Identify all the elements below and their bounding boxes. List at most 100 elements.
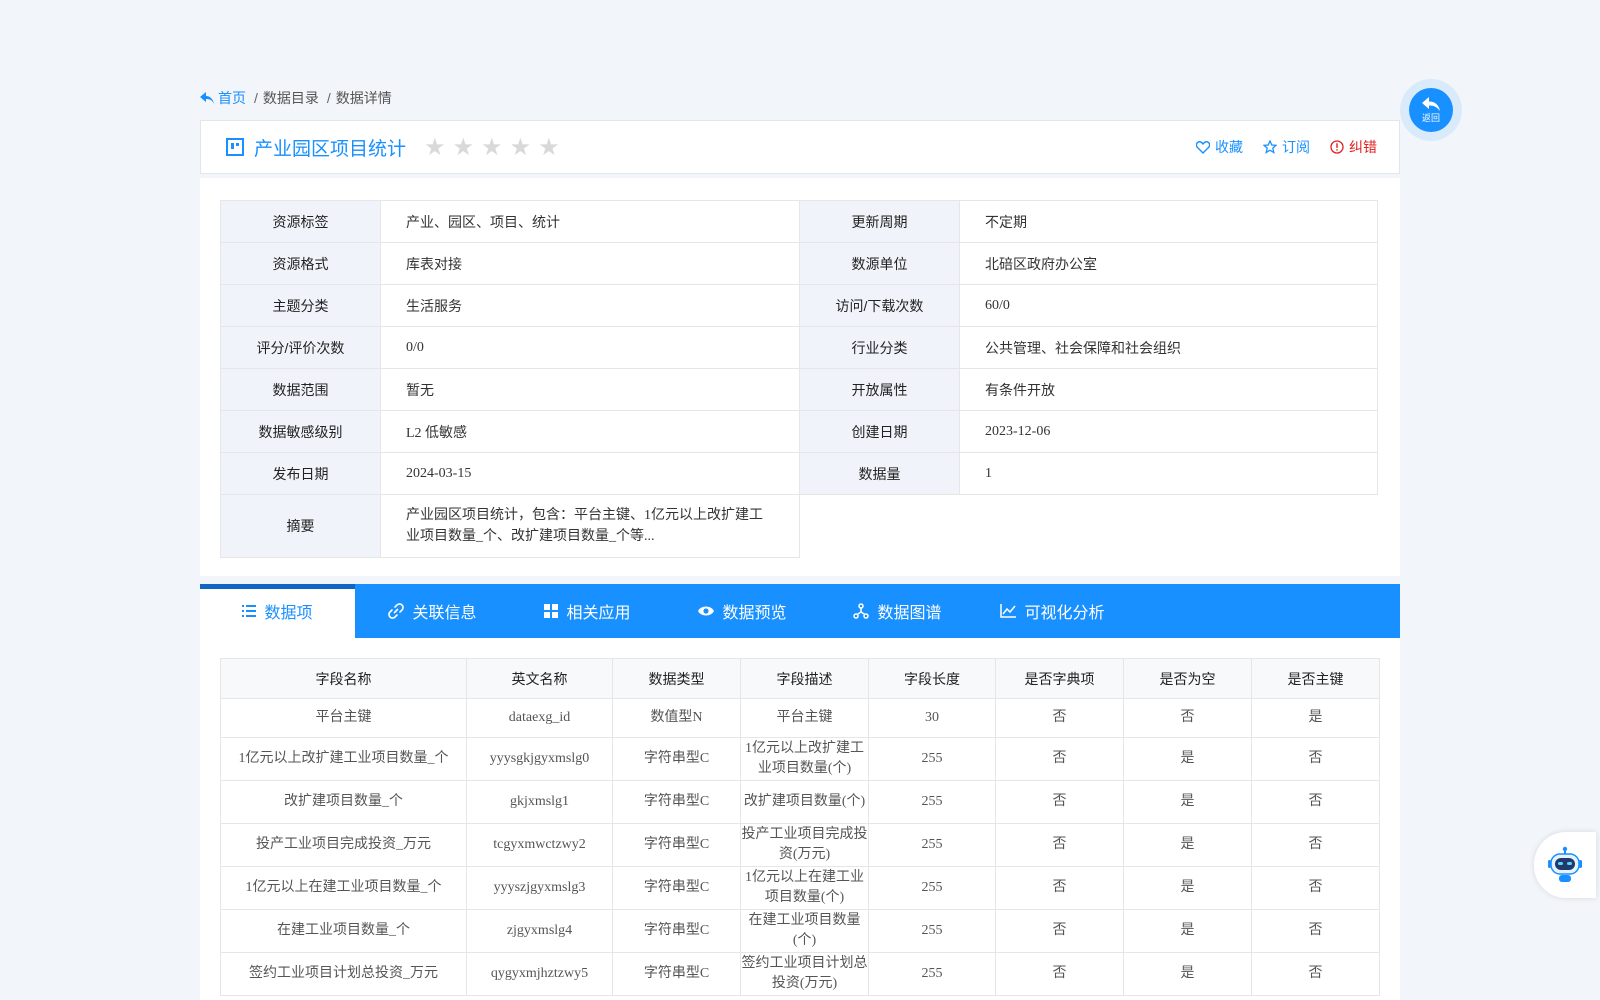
table-cell: 否 — [1251, 823, 1380, 867]
breadcrumb-home[interactable]: 首页 — [200, 88, 246, 108]
info-value-summary: 产业园区项目统计，包含：平台主键、1亿元以上改扩建工业项目数量_个、改扩建项目数… — [380, 494, 800, 558]
table-cell: yyysgkjgyxmslg0 — [466, 737, 613, 781]
info-label: 资源格式 — [220, 242, 381, 285]
back-button-label: 返回 — [1421, 112, 1440, 123]
table-cell: 1亿元以上改扩建工业项目数量_个 — [220, 737, 467, 781]
tab-label: 可视化分析 — [1024, 605, 1105, 622]
graph-icon — [853, 603, 870, 619]
info-label: 数据敏感级别 — [220, 410, 381, 453]
info-value-volume: 1 — [959, 452, 1378, 495]
column-header: 是否为空 — [1123, 658, 1252, 699]
tab-related-apps[interactable]: 相关应用 — [510, 584, 665, 638]
link-icon — [388, 603, 405, 619]
info-label: 资源标签 — [220, 200, 381, 243]
table-header-row: 字段名称 英文名称 数据类型 字段描述 字段长度 是否字典项 是否为空 是否主键 — [220, 658, 1380, 699]
info-label: 数据范围 — [220, 368, 381, 411]
tab-data-graph[interactable]: 数据图谱 — [820, 584, 975, 638]
table-cell: gkjxmslg1 — [466, 780, 613, 824]
table-row: 改扩建项目数量_个 gkjxmslg1 字符串型C 改扩建项目数量(个) 255… — [220, 780, 1380, 824]
star-icon[interactable]: ★ — [510, 135, 532, 159]
table-cell: 字符串型C — [612, 823, 741, 867]
ai-assistant-button[interactable] — [1534, 832, 1596, 898]
floating-back-button[interactable]: 返回 — [1400, 79, 1462, 141]
table-cell: 改扩建项目数量_个 — [220, 780, 467, 824]
table-cell: 是 — [1251, 698, 1380, 738]
subscribe-button[interactable]: 订阅 — [1263, 137, 1310, 157]
info-row: 评分/评价次数 0/0 行业分类 公共管理、社会保障和社会组织 — [220, 326, 1378, 369]
column-header: 是否字典项 — [995, 658, 1124, 699]
table-row: 签约工业项目计划总投资_万元 qygyxmjhztzwy5 字符串型C 签约工业… — [220, 952, 1380, 996]
title-actions: 收藏 订阅 纠错 — [1196, 121, 1377, 173]
breadcrumb: 首页 / 数据目录 / 数据详情 — [200, 88, 392, 108]
subscribe-label: 订阅 — [1282, 139, 1310, 155]
table-cell: tcgyxmwctzwy2 — [466, 823, 613, 867]
table-cell: 1亿元以上改扩建工业项目数量(个) — [740, 737, 869, 781]
info-row: 数据敏感级别 L2 低敏感 创建日期 2023-12-06 — [220, 410, 1378, 453]
table-cell: 平台主键 — [220, 698, 467, 738]
info-value-visits: 60/0 — [959, 284, 1378, 327]
tab-label: 相关应用 — [566, 605, 631, 622]
column-header: 字段长度 — [868, 658, 996, 699]
table-row: 1亿元以上在建工业项目数量_个 yyyszjgyxmslg3 字符串型C 1亿元… — [220, 866, 1380, 910]
info-value-score: 0/0 — [380, 326, 800, 369]
alert-icon — [1330, 140, 1344, 154]
data-items-panel: 字段名称 英文名称 数据类型 字段描述 字段长度 是否字典项 是否为空 是否主键… — [200, 638, 1400, 1000]
info-label: 创建日期 — [799, 410, 960, 453]
star-icon[interactable]: ★ — [453, 135, 475, 159]
report-error-button[interactable]: 纠错 — [1330, 137, 1377, 157]
return-arrow-icon — [1422, 96, 1440, 111]
star-icon[interactable]: ★ — [538, 135, 560, 159]
table-cell: 1亿元以上在建工业项目数量(个) — [740, 866, 869, 910]
info-value-created: 2023-12-06 — [959, 410, 1378, 453]
table-cell: 否 — [1251, 780, 1380, 824]
page-title: 产业园区项目统计 — [254, 138, 407, 160]
table-cell: 否 — [995, 823, 1124, 867]
table-cell: 投产工业项目完成投资_万元 — [220, 823, 467, 867]
star-icon[interactable]: ★ — [481, 135, 503, 159]
favorite-button[interactable]: 收藏 — [1196, 137, 1243, 157]
table-cell: 字符串型C — [612, 780, 741, 824]
empty-cell — [799, 494, 1378, 558]
table-cell: zjgyxmslg4 — [466, 909, 613, 953]
column-header: 字段名称 — [220, 658, 467, 699]
table-cell: 数值型N — [612, 698, 741, 738]
table-cell: 在建工业项目数量_个 — [220, 909, 467, 953]
table-cell: 平台主键 — [740, 698, 869, 738]
breadcrumb-separator: / — [326, 90, 331, 106]
back-button-inner[interactable]: 返回 — [1409, 88, 1453, 132]
info-row: 资源标签 产业、园区、项目、统计 更新周期 不定期 — [220, 200, 1378, 243]
info-label: 开放属性 — [799, 368, 960, 411]
breadcrumb-item-detail: 数据详情 — [335, 90, 392, 106]
table-cell: 签约工业项目计划总投资(万元) — [740, 952, 869, 996]
star-icon[interactable]: ★ — [424, 135, 446, 159]
tab-visual-analysis[interactable]: 可视化分析 — [975, 584, 1130, 638]
info-value-scope: 暂无 — [380, 368, 800, 411]
table-row: 在建工业项目数量_个 zjgyxmslg4 字符串型C 在建工业项目数量(个) … — [220, 909, 1380, 953]
table-cell: 30 — [868, 698, 996, 738]
table-cell: qygyxmjhztzwy5 — [466, 952, 613, 996]
table-cell: 否 — [995, 698, 1124, 738]
tab-related-info[interactable]: 关联信息 — [355, 584, 510, 638]
table-cell: 否 — [995, 952, 1124, 996]
info-row: 数据范围 暂无 开放属性 有条件开放 — [220, 368, 1378, 411]
breadcrumb-item-catalog[interactable]: 数据目录 — [263, 88, 319, 108]
table-cell: 255 — [868, 866, 996, 910]
tab-data-preview[interactable]: 数据预览 — [665, 584, 820, 638]
rating-stars[interactable]: ★ ★ ★ ★ ★ — [424, 135, 560, 159]
table-cell: 签约工业项目计划总投资_万元 — [220, 952, 467, 996]
table-cell: 否 — [995, 866, 1124, 910]
info-value-topic: 生活服务 — [380, 284, 800, 327]
table-cell: 字符串型C — [612, 866, 741, 910]
eye-icon — [698, 606, 715, 616]
table-cell: 是 — [1123, 909, 1252, 953]
info-value-industry: 公共管理、社会保障和社会组织 — [959, 326, 1378, 369]
table-cell: 否 — [995, 737, 1124, 781]
info-value-resource-tag: 产业、园区、项目、统计 — [380, 200, 800, 243]
table-cell: 否 — [1123, 698, 1252, 738]
breadcrumb-home-label: 首页 — [218, 90, 246, 106]
tab-data-items[interactable]: 数据项 — [200, 584, 355, 638]
table-cell: 否 — [1251, 866, 1380, 910]
dataset-info-table: 资源标签 产业、园区、项目、统计 更新周期 不定期 资源格式 库表对接 数源单位… — [220, 200, 1378, 558]
table-cell: yyyszjgyxmslg3 — [466, 866, 613, 910]
info-label: 访问/下载次数 — [799, 284, 960, 327]
